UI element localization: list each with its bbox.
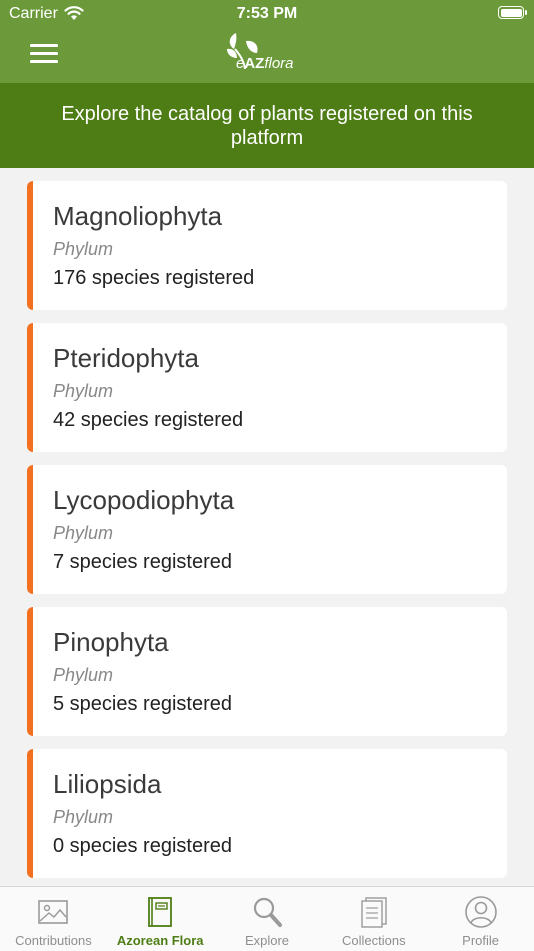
banner-text: Explore the catalog of plants registered… [61, 102, 473, 149]
image-icon [38, 900, 69, 924]
accent-bar [27, 181, 33, 310]
accent-bar [27, 465, 33, 594]
rank-label: Phylum [53, 523, 114, 543]
species-count: 42 species registered [53, 409, 244, 431]
tab-label: Contributions [15, 933, 92, 948]
phylum-card-lycopodiophyta[interactable]: Lycopodiophyta Phylum 7 species register… [27, 465, 507, 594]
phylum-card-pinophyta[interactable]: Pinophyta Phylum 5 species registered [27, 607, 507, 736]
logo-text-suffix: flora [264, 55, 294, 72]
clock: 7:53 PM [236, 5, 298, 22]
menu-button[interactable] [30, 44, 58, 64]
accent-bar [27, 607, 33, 736]
accent-bar [27, 749, 33, 878]
magnifier-icon [253, 897, 282, 927]
top-bar: Carrier 7:53 PM eAZflora [0, 0, 534, 83]
tab-contributions[interactable]: Contributions [0, 887, 107, 951]
tab-label: Collections [341, 933, 406, 948]
document-icon [361, 897, 387, 928]
phylum-list: Magnoliophyta Phylum 176 species registe… [27, 181, 507, 891]
rank-label: Phylum [53, 807, 114, 827]
battery-icon [498, 6, 527, 19]
species-count: 5 species registered [53, 693, 232, 715]
phylum-name: Pinophyta [53, 627, 169, 657]
phylum-name: Lycopodiophyta [53, 485, 235, 515]
book-icon [148, 897, 173, 927]
status-bar: Carrier 7:53 PM [0, 0, 534, 28]
intro-banner: Explore the catalog of plants registered… [0, 83, 534, 168]
tab-collections[interactable]: Collections [320, 887, 427, 951]
user-icon [464, 896, 497, 928]
phylum-card-pteridophyta[interactable]: Pteridophyta Phylum 42 species registere… [27, 323, 507, 452]
species-count: 7 species registered [53, 551, 232, 573]
tab-label: Profile [462, 933, 500, 948]
phylum-name: Liliopsida [53, 769, 162, 799]
tab-bar: Contributions Azorean Flora Explore Coll… [0, 886, 534, 951]
tab-explore[interactable]: Explore [214, 887, 321, 951]
rank-label: Phylum [53, 239, 114, 259]
tab-label: Azorean Flora [116, 933, 204, 948]
tab-label: Explore [244, 933, 290, 948]
app-logo: eAZflora [222, 31, 314, 77]
logo-text: eAZflora [236, 55, 294, 72]
phylum-name: Pteridophyta [53, 343, 199, 373]
phylum-card-magnoliophyta[interactable]: Magnoliophyta Phylum 176 species registe… [27, 181, 507, 310]
rank-label: Phylum [53, 381, 114, 401]
species-count: 0 species registered [53, 835, 232, 857]
logo-text-bold: AZ [244, 55, 265, 72]
accent-bar [27, 323, 33, 452]
phylum-name: Magnoliophyta [53, 201, 223, 231]
tab-azorean-flora[interactable]: Azorean Flora [107, 887, 214, 951]
species-count: 176 species registered [53, 267, 255, 289]
phylum-card-liliopsida[interactable]: Liliopsida Phylum 0 species registered [27, 749, 507, 878]
tab-profile[interactable]: Profile [427, 887, 534, 951]
rank-label: Phylum [53, 665, 114, 685]
